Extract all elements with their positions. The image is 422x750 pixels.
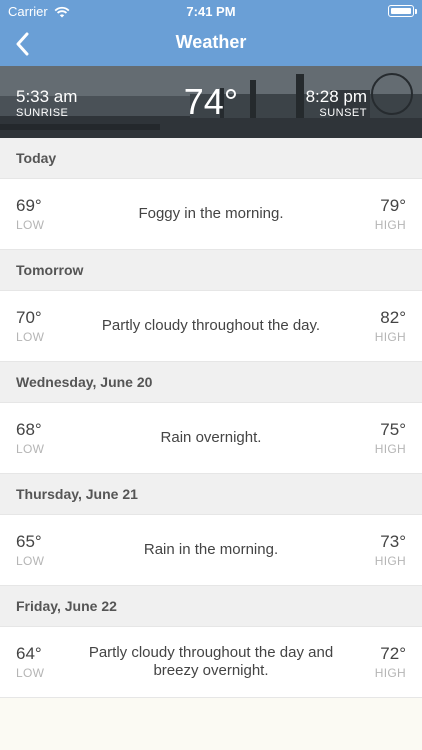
forecast-row-wednesday[interactable]: 68° LOW Rain overnight. 75° HIGH: [0, 402, 422, 474]
daily-forecast-list: Today 69° LOW Foggy in the morning. 79° …: [0, 138, 422, 698]
high-temperature: 73°: [380, 532, 406, 551]
sunset-time: 8:28 pm: [305, 87, 367, 106]
forecast-summary: Partly cloudy throughout the day and bre…: [88, 644, 334, 679]
low-label: LOW: [16, 442, 45, 456]
low-temperature: 69°: [16, 196, 42, 215]
high-temperature: 72°: [380, 644, 406, 663]
day-header-wednesday: Wednesday, June 20: [0, 362, 422, 402]
status-time: 7:41 PM: [186, 4, 236, 19]
top-bar: Carrier 7:41 PM Weather: [0, 0, 422, 66]
forecast-row-tomorrow[interactable]: 70° LOW Partly cloudy throughout the day…: [0, 290, 422, 362]
low-temperature: 65°: [16, 532, 42, 551]
low-label: LOW: [16, 218, 45, 232]
battery-icon: [388, 5, 417, 17]
forecast-row-friday[interactable]: 64° LOW Partly cloudy throughout the day…: [0, 626, 422, 698]
day-header-today: Today: [0, 138, 422, 178]
high-label: HIGH: [374, 218, 406, 232]
status-bar: Carrier 7:41 PM: [0, 0, 422, 22]
high-label: HIGH: [374, 330, 406, 344]
high-temperature: 79°: [380, 196, 406, 215]
high-label: HIGH: [374, 666, 406, 680]
high-label: HIGH: [374, 554, 406, 568]
forecast-summary: Rain in the morning.: [143, 541, 279, 558]
forecast-summary: Partly cloudy throughout the day.: [101, 317, 321, 334]
forecast-row-thursday[interactable]: 65° LOW Rain in the morning. 73° HIGH: [0, 514, 422, 586]
low-label: LOW: [16, 330, 45, 344]
high-temperature: 75°: [380, 420, 406, 439]
low-label: LOW: [16, 554, 45, 568]
forecast-summary: Foggy in the morning.: [138, 205, 284, 222]
day-header-thursday: Thursday, June 21: [0, 474, 422, 514]
page-title: Weather: [175, 32, 247, 52]
navigation-bar: Weather: [0, 24, 422, 64]
forecast-row-today[interactable]: 69° LOW Foggy in the morning. 79° HIGH: [0, 178, 422, 250]
day-header-friday: Friday, June 22: [0, 586, 422, 626]
low-label: LOW: [16, 666, 45, 680]
low-temperature: 68°: [16, 420, 42, 439]
sunset-label: SUNSET: [319, 107, 367, 119]
day-header-tomorrow: Tomorrow: [0, 250, 422, 290]
current-conditions-banner: 5:33 am SUNRISE 74° 8:28 pm SUNSET: [0, 66, 422, 138]
low-temperature: 70°: [16, 308, 42, 327]
low-temperature: 64°: [16, 644, 42, 663]
high-label: HIGH: [374, 442, 406, 456]
high-temperature: 82°: [380, 308, 406, 327]
forecast-summary: Rain overnight.: [160, 429, 262, 446]
